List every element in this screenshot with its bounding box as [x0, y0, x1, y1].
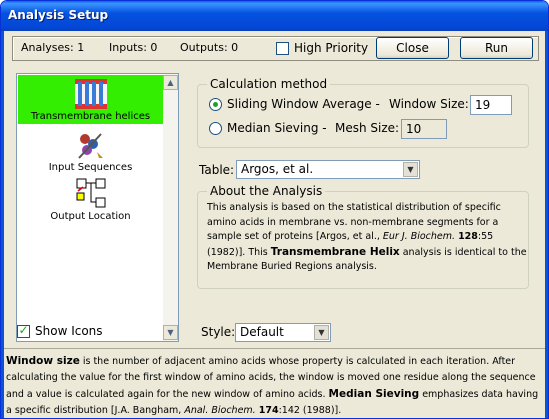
table-select[interactable]: Argos, et al. ▼: [236, 160, 420, 179]
list-item-input-sequences[interactable]: Input Sequences: [18, 126, 163, 175]
median-sieving-label: Median Sieving -: [227, 121, 327, 135]
mesh-size-label: Mesh Size:: [335, 121, 400, 135]
about-bold-name: Transmembrane Helix: [270, 245, 400, 258]
high-priority-label: High Priority: [294, 41, 369, 55]
list-item-label: Transmembrane helices: [30, 111, 151, 122]
dropdown-arrow-icon[interactable]: ▼: [314, 325, 329, 340]
help-journal: Anal. Biochem.: [184, 405, 256, 416]
window-size-input[interactable]: 19: [470, 95, 512, 115]
mesh-size-input[interactable]: 10: [401, 119, 447, 139]
calculation-method-group: [197, 84, 529, 148]
about-journal: Eur J. Biochem.: [382, 231, 456, 242]
output-location-icon: [76, 178, 106, 208]
style-select-value: Default: [240, 325, 284, 339]
about-text-1: This analysis is based on the statistica…: [207, 202, 501, 242]
window-frame-left: [1, 31, 4, 418]
transmembrane-helices-icon: [75, 79, 107, 109]
help-volume: 174: [258, 405, 279, 416]
list-item-transmembrane-helices[interactable]: Transmembrane helices: [18, 75, 163, 124]
list-item-label: Output Location: [50, 211, 131, 222]
sliding-window-radio[interactable]: [209, 98, 222, 111]
help-text-3: :142 (1988)].: [278, 405, 342, 416]
dropdown-arrow-icon[interactable]: ▼: [403, 162, 418, 177]
close-button[interactable]: Close: [376, 37, 449, 59]
sliding-window-label: Sliding Window Average -: [227, 97, 380, 111]
style-select[interactable]: Default ▼: [235, 323, 331, 342]
help-separator: [4, 348, 545, 349]
show-icons-label: Show Icons: [35, 324, 103, 338]
input-sequences-icon: [78, 133, 103, 159]
help-bold-2: Median Sieving: [328, 388, 420, 400]
list-scrollbar[interactable]: ▲ ▼: [163, 74, 178, 341]
run-button[interactable]: Run: [460, 37, 533, 59]
inputs-count: Inputs: 0: [109, 41, 158, 54]
show-icons-checkbox[interactable]: ✓: [17, 323, 30, 338]
title-bar[interactable]: Analysis Setup: [1, 1, 548, 31]
analysis-list[interactable]: Transmembrane helices Input Sequences Ou…: [16, 73, 179, 342]
high-priority-checkbox[interactable]: [276, 42, 289, 55]
table-select-value: Argos, et al.: [241, 162, 314, 176]
list-item-output-location[interactable]: Output Location: [18, 175, 163, 224]
outputs-count: Outputs: 0: [180, 41, 239, 54]
radio-selected-dot: [213, 102, 218, 107]
median-sieving-radio[interactable]: [209, 122, 222, 135]
style-label: Style:: [201, 325, 236, 339]
window-size-label: Window Size:: [389, 97, 469, 111]
scroll-up-icon[interactable]: ▲: [163, 75, 178, 90]
help-text: Window size is the number of adjacent am…: [6, 353, 546, 418]
about-volume: 128: [458, 231, 478, 242]
table-label: Table:: [199, 163, 235, 177]
analyses-count: Analyses: 1: [21, 41, 85, 54]
checkmark-icon: ✓: [18, 323, 29, 337]
scroll-down-icon[interactable]: ▼: [163, 325, 178, 340]
about-analysis-text: This analysis is based on the statistica…: [207, 201, 527, 275]
help-bold-1: Window size: [6, 355, 80, 367]
list-item-label: Input Sequences: [48, 162, 133, 173]
window-title: Analysis Setup: [8, 8, 109, 22]
calculation-method-title: Calculation method: [207, 77, 331, 91]
analysis-setup-window: Analysis Setup Analyses: 1 Inputs: 0 Out…: [0, 0, 549, 419]
about-analysis-title: About the Analysis: [207, 184, 326, 198]
